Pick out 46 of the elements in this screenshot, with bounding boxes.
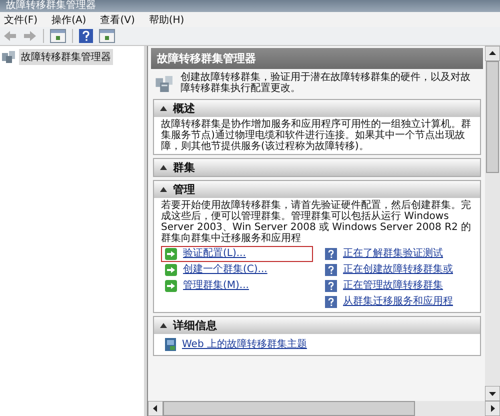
vertical-scrollbar[interactable] [485,46,500,401]
action-link[interactable]: 创建一个群集(C)... [183,264,268,276]
help-icon [325,248,337,260]
horizontal-scrollbar[interactable] [148,401,500,416]
collapse-icon [160,165,167,170]
section-header[interactable]: 管理 [154,181,480,198]
scroll-down-icon[interactable] [485,386,500,401]
help-icon [325,280,337,292]
action-link[interactable]: 管理群集(M)... [183,280,249,292]
help-topic-link[interactable]: 正在了解群集验证测试 [343,248,443,260]
help-icon [325,264,337,276]
scroll-right-icon[interactable] [485,401,500,416]
web-page-icon [165,338,176,351]
scroll-thumb[interactable] [163,401,415,416]
scroll-thumb[interactable] [486,61,499,173]
scroll-up-icon[interactable] [485,46,500,61]
menu-item[interactable]: 查看(V) [100,12,135,26]
help-icon [325,296,337,308]
menu-item[interactable]: 文件(F) [4,12,38,26]
web-link[interactable]: Web 上的故障转移群集主题 [182,338,307,350]
collapse-icon [160,323,167,328]
server-cluster-icon [2,51,16,63]
tree-item[interactable]: 故障转移群集管理器 [19,49,113,65]
forward-arrow-icon[interactable] [23,30,37,42]
menu-item[interactable]: 操作(A) [52,12,86,26]
back-arrow-icon[interactable] [3,30,17,42]
section-text: 若要开始使用故障转移群集，请首先验证硬件配置，然后创建群集。完成这些后，便可以管理群集。管理群集可以包括从运行 Windows Server 2003、Win Server 2008 或 Windows Server 2008 R2 的群集向群集中迁移服务和应用程 [161,200,472,244]
collapse-icon [160,106,167,111]
panel-title: 故障转移群集管理器 [157,52,256,65]
action-arrow-icon [165,264,177,276]
menu-item[interactable]: 帮助(H) [148,12,184,26]
action-arrow-icon [165,280,177,292]
section-text: 故障转移群集是协作增加服务和应用程序可用性的一组独立计算机。群集服务节点)通过物理电缆和软件进行连接。如果其中一个节点出现故障，则其他节提供服务(该过程称为故障转移)。 [161,119,472,152]
description-text: 创建故障转移群集，验证用于潜在故障转移群集的硬件，以及对故障转移群集执行配置更改。 [180,72,472,94]
section-header[interactable]: 详细信息 [154,317,480,334]
panel-icon[interactable] [50,29,66,43]
collapse-icon [160,187,167,192]
help-icon[interactable] [79,29,93,43]
section-header[interactable]: 概述 [154,100,480,117]
panel-icon[interactable] [99,29,115,43]
help-topic-link[interactable]: 正在管理故障转移群集 [343,280,443,292]
help-topic-link[interactable]: 正在创建故障转移群集或 [343,264,453,276]
scroll-left-icon[interactable] [148,401,163,416]
help-topic-link[interactable]: 从群集迁移服务和应用程 [343,296,453,308]
section-header[interactable]: 群集 [154,159,480,176]
action-arrow-icon [165,248,177,260]
